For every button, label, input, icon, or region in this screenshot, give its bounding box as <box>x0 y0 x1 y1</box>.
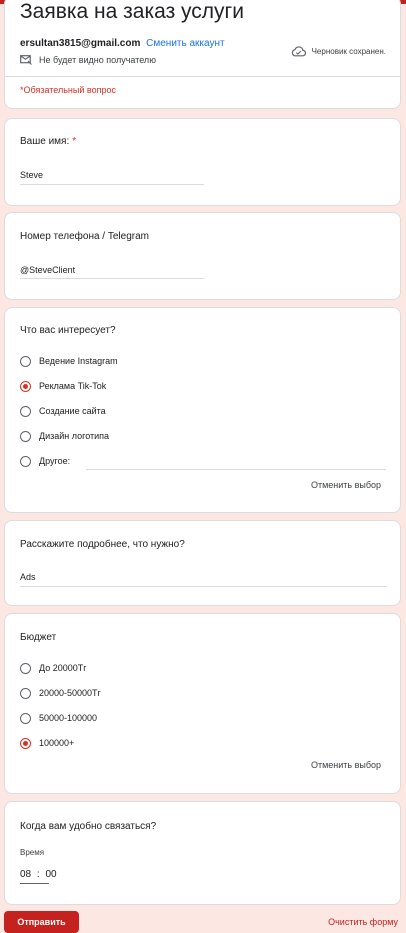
form-title: Заявка на заказ услуги <box>20 0 244 23</box>
phone-input[interactable]: @SteveClient <box>20 265 75 275</box>
clear-selection-button[interactable]: Отменить выбор <box>311 760 381 770</box>
clear-form-button[interactable]: Очистить форму <box>328 917 398 927</box>
option-label: Другое: <box>39 456 71 466</box>
email-privacy-note: Не будет видно получателю <box>20 54 156 65</box>
radio-button[interactable] <box>20 355 31 367</box>
question-card-details: Расскажите подробнее, что нужно? Ads <box>4 520 401 606</box>
phone-input-underline <box>20 278 204 279</box>
time-input[interactable]: 08 : 00 <box>20 869 57 880</box>
option-other[interactable]: Другое: <box>20 454 70 468</box>
required-asterisk: * <box>72 136 77 147</box>
form-header-card: Заявка на заказ услуги ersultan3815@gmai… <box>4 0 401 109</box>
question-title: Ваше имя: * <box>20 136 76 147</box>
cloud-check-icon <box>291 46 306 57</box>
radio-button[interactable] <box>20 662 31 674</box>
option-label: Реклама Tik-Tok <box>39 381 107 391</box>
option-label: Ведение Instagram <box>39 356 118 366</box>
question-title: Расскажите подробнее, что нужно? <box>20 539 185 550</box>
radio-button-selected[interactable] <box>20 737 31 749</box>
option-label: Создание сайта <box>39 406 106 416</box>
header-divider <box>5 76 400 77</box>
option-budget-1[interactable]: До 20000Тг <box>20 661 87 675</box>
question-title: Когда вам удобно связаться? <box>20 821 157 832</box>
option-budget-4[interactable]: 100000+ <box>20 736 74 750</box>
other-text-input[interactable] <box>86 469 386 470</box>
radio-button-selected[interactable] <box>20 380 31 392</box>
option-label: 20000-50000Тг <box>39 688 101 698</box>
switch-account-link[interactable]: Сменить аккаунт <box>146 38 224 49</box>
question-card-phone: Номер телефона / Telegram @SteveClient <box>4 212 401 300</box>
question-title: Бюджет <box>20 632 57 643</box>
question-card-budget: Бюджет До 20000Тг 20000-50000Тг 50000-10… <box>4 613 401 794</box>
question-card-interest: Что вас интересует? Ведение Instagram Ре… <box>4 307 401 513</box>
question-card-time: Когда вам удобно связаться? Время 08 : 0… <box>4 801 401 905</box>
details-input-underline <box>20 586 387 587</box>
question-title: Номер телефона / Telegram <box>20 231 149 242</box>
option-website[interactable]: Создание сайта <box>20 404 106 418</box>
clear-selection-button[interactable]: Отменить выбор <box>311 480 381 490</box>
minutes-input[interactable]: 00 <box>45 869 56 880</box>
question-title: Что вас интересует? <box>20 325 116 336</box>
option-label: Дизайн логотипа <box>39 431 110 441</box>
radio-button[interactable] <box>20 455 31 467</box>
question-title-text: Ваше имя: <box>20 136 70 147</box>
details-input[interactable]: Ads <box>20 572 36 582</box>
option-budget-2[interactable]: 20000-50000Тг <box>20 686 101 700</box>
required-note: *Обязательный вопрос <box>20 85 116 95</box>
option-logo[interactable]: Дизайн логотипа <box>20 429 109 443</box>
name-input[interactable]: Steve <box>20 170 43 180</box>
not-visible-text: Не будет видно получателю <box>39 54 156 65</box>
account-row: ersultan3815@gmail.com Сменить аккаунт <box>20 38 225 49</box>
envelope-hidden-icon <box>20 55 32 65</box>
name-input-underline <box>20 184 204 185</box>
option-tiktok[interactable]: Реклама Tik-Tok <box>20 379 106 393</box>
submit-button[interactable]: Отправить <box>4 911 79 933</box>
account-email: ersultan3815@gmail.com <box>20 38 141 49</box>
radio-button[interactable] <box>20 405 31 417</box>
option-label: 50000-100000 <box>39 713 98 723</box>
question-card-name: Ваше имя: * Steve <box>4 118 401 206</box>
hours-input[interactable]: 08 <box>20 869 31 880</box>
radio-button[interactable] <box>20 430 31 442</box>
time-field-label: Время <box>20 848 45 857</box>
time-input-underline <box>20 883 49 884</box>
draft-status: Черновик сохранен. <box>291 46 386 57</box>
option-label: До 20000Тг <box>39 663 87 673</box>
option-label: 100000+ <box>39 738 75 748</box>
option-budget-3[interactable]: 50000-100000 <box>20 711 97 725</box>
option-instagram[interactable]: Ведение Instagram <box>20 354 118 368</box>
draft-saved-text: Черновик сохранен. <box>311 47 386 56</box>
radio-button[interactable] <box>20 687 31 699</box>
time-separator: : <box>36 869 40 880</box>
radio-button[interactable] <box>20 712 31 724</box>
